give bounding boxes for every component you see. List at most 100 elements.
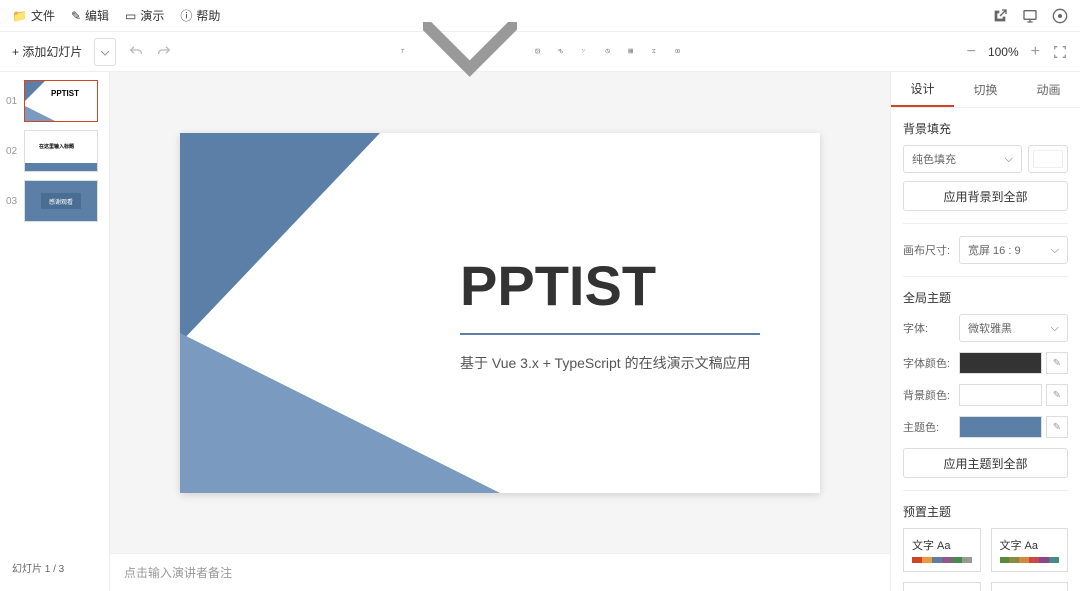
chevron-down-icon: ⌵ — [1005, 153, 1013, 166]
undo-icon[interactable] — [128, 44, 144, 60]
font-color-label: 字体颜色: — [903, 355, 959, 371]
apply-bg-all-button[interactable]: 应用背景到全部 — [903, 181, 1068, 211]
chart-icon[interactable] — [605, 43, 610, 59]
slide-num-3: 03 — [6, 196, 24, 207]
fill-type-value: 纯色填充 — [912, 151, 956, 167]
preset-text: 文字 Aa — [912, 537, 972, 553]
slide-thumb-1[interactable]: 01 PPTIST — [0, 80, 109, 122]
slide-num-1: 01 — [6, 96, 24, 107]
toolbar-left: + 添加幻灯片 — [12, 38, 172, 66]
slide-shape-triangle-1[interactable] — [180, 133, 380, 343]
thumb-shape — [25, 163, 97, 171]
zoom-in-icon[interactable]: + — [1031, 43, 1040, 61]
font-value: 微软雅黑 — [968, 320, 1012, 336]
zoom-out-icon[interactable]: − — [967, 43, 976, 61]
add-slide-dropdown[interactable] — [94, 38, 116, 66]
shape-icon[interactable] — [558, 43, 563, 59]
preset-theme-item[interactable]: 文字 Aa — [903, 528, 981, 572]
theme-color-label: 主题色: — [903, 419, 959, 435]
toolbar: + 添加幻灯片 − 100% + — [0, 32, 1080, 72]
canvas-viewport[interactable]: PPTIST 基于 Vue 3.x + TypeScript 的在线演示文稿应用 — [110, 72, 890, 553]
image-icon[interactable] — [535, 43, 540, 59]
eyedropper-icon[interactable]: ✎ — [1046, 384, 1068, 406]
thumb-shape — [25, 106, 55, 121]
bg-color-picker-2[interactable] — [959, 384, 1042, 406]
redo-icon[interactable] — [156, 44, 172, 60]
screen-icon[interactable] — [1022, 8, 1038, 24]
menu-file[interactable]: 📁 文件 — [12, 7, 55, 24]
canvas-area: PPTIST 基于 Vue 3.x + TypeScript 的在线演示文稿应用… — [110, 72, 890, 591]
line-icon[interactable] — [581, 43, 586, 59]
tab-design[interactable]: 设计 — [891, 72, 954, 107]
thumb-shape — [25, 81, 45, 101]
preset-theme-item[interactable]: 文字 Aa — [991, 582, 1069, 591]
slide-panel: 01 PPTIST 02 在这里输入标题 03 感谢观看 幻灯片 1 / 3 — [0, 72, 110, 591]
bg-color-picker[interactable] — [1028, 145, 1068, 173]
zoom-level[interactable]: 100% — [988, 45, 1019, 59]
panel-tabs: 设计 切换 动画 — [891, 72, 1080, 108]
theme-color-picker[interactable] — [959, 416, 1042, 438]
folder-icon: 📁 — [12, 9, 27, 23]
github-icon[interactable] — [1052, 8, 1068, 24]
preset-theme-item[interactable]: 文字 Aa — [903, 582, 981, 591]
fill-type-select[interactable]: 纯色填充 ⌵ — [903, 145, 1022, 173]
menubar-right — [992, 8, 1068, 24]
chevron-down-icon: ⌵ — [1051, 244, 1059, 257]
slide-thumb-preview-3[interactable]: 感谢观看 — [24, 180, 98, 222]
divider — [903, 490, 1068, 491]
font-label: 字体: — [903, 320, 959, 336]
main-content: 01 PPTIST 02 在这里输入标题 03 感谢观看 幻灯片 1 / 3 — [0, 72, 1080, 591]
divider — [903, 276, 1068, 277]
canvas-size-value: 宽屏 16 : 9 — [968, 242, 1021, 258]
presenter-notes-input[interactable]: 点击输入演讲者备注 — [110, 553, 890, 591]
eyedropper-icon[interactable]: ✎ — [1046, 352, 1068, 374]
preset-theme-item[interactable]: 文字 Aa — [991, 528, 1069, 572]
menu-edit-label: 编辑 — [85, 7, 109, 24]
slide-thumb-2[interactable]: 02 在这里输入标题 — [0, 130, 109, 172]
slide-thumb-preview-1[interactable]: PPTIST — [24, 80, 98, 122]
edit-icon: ✎ — [71, 9, 81, 23]
external-link-icon[interactable] — [992, 8, 1008, 24]
preset-color-strip — [912, 557, 972, 563]
menu-help[interactable]: ⓘ帮助 — [180, 7, 220, 24]
canvas-size-select[interactable]: 宽屏 16 : 9 ⌵ — [959, 236, 1068, 264]
media-icon[interactable] — [675, 43, 680, 59]
tab-animation[interactable]: 动画 — [1017, 72, 1080, 107]
slide-subtitle-text[interactable]: 基于 Vue 3.x + TypeScript 的在线演示文稿应用 — [460, 353, 751, 373]
menu-file-label: 文件 — [31, 7, 55, 24]
formula-icon[interactable] — [651, 43, 656, 59]
table-icon[interactable] — [628, 43, 633, 59]
font-select[interactable]: 微软雅黑 ⌵ — [959, 314, 1068, 342]
menu-edit[interactable]: ✎ 编辑 — [71, 7, 109, 24]
thumb-title: 在这里输入标题 — [39, 143, 74, 150]
eyedropper-icon[interactable]: ✎ — [1046, 416, 1068, 438]
font-color-picker[interactable] — [959, 352, 1042, 374]
slide-canvas[interactable]: PPTIST 基于 Vue 3.x + TypeScript 的在线演示文稿应用 — [180, 133, 820, 493]
slide-thumb-preview-2[interactable]: 在这里输入标题 — [24, 130, 98, 172]
chevron-down-icon: ⌵ — [1051, 322, 1059, 335]
tab-transition[interactable]: 切换 — [954, 72, 1017, 107]
menubar-left: 📁 文件 ✎ 编辑 ▭演示 ⓘ帮助 — [12, 7, 220, 24]
menu-present[interactable]: ▭演示 — [125, 7, 164, 24]
text-icon[interactable] — [400, 43, 405, 59]
text-dropdown-icon[interactable] — [423, 22, 516, 80]
slide-thumb-3[interactable]: 03 感谢观看 — [0, 180, 109, 222]
preset-grid: 文字 Aa文字 Aa文字 Aa文字 Aa文字 Aa文字 Aa — [903, 528, 1068, 591]
thumb-title: PPTIST — [51, 89, 79, 98]
panel-body: 背景填充 纯色填充⌵ 应用背景到全部 画布尺寸: 宽屏 16 : 9⌵ 全局主题… — [891, 108, 1080, 591]
slide-title-text[interactable]: PPTIST — [460, 253, 656, 318]
menu-help-label: 帮助 — [196, 7, 220, 24]
present-icon: ▭ — [125, 9, 136, 23]
add-slide-button[interactable]: + 添加幻灯片 — [12, 43, 82, 60]
fit-screen-icon[interactable] — [1052, 44, 1068, 60]
preset-text: 文字 Aa — [1000, 537, 1060, 553]
bg-fill-label: 背景填充 — [903, 120, 1068, 137]
slide-num-2: 02 — [6, 146, 24, 157]
slide-divider-line[interactable] — [460, 333, 760, 335]
apply-theme-all-button[interactable]: 应用主题到全部 — [903, 448, 1068, 478]
color-preview — [1033, 150, 1063, 168]
slide-shape-triangle-2[interactable] — [180, 333, 500, 493]
slide-counter: 幻灯片 1 / 3 — [0, 552, 109, 583]
thumb-title: 感谢观看 — [41, 193, 81, 209]
preset-color-strip — [1000, 557, 1060, 563]
